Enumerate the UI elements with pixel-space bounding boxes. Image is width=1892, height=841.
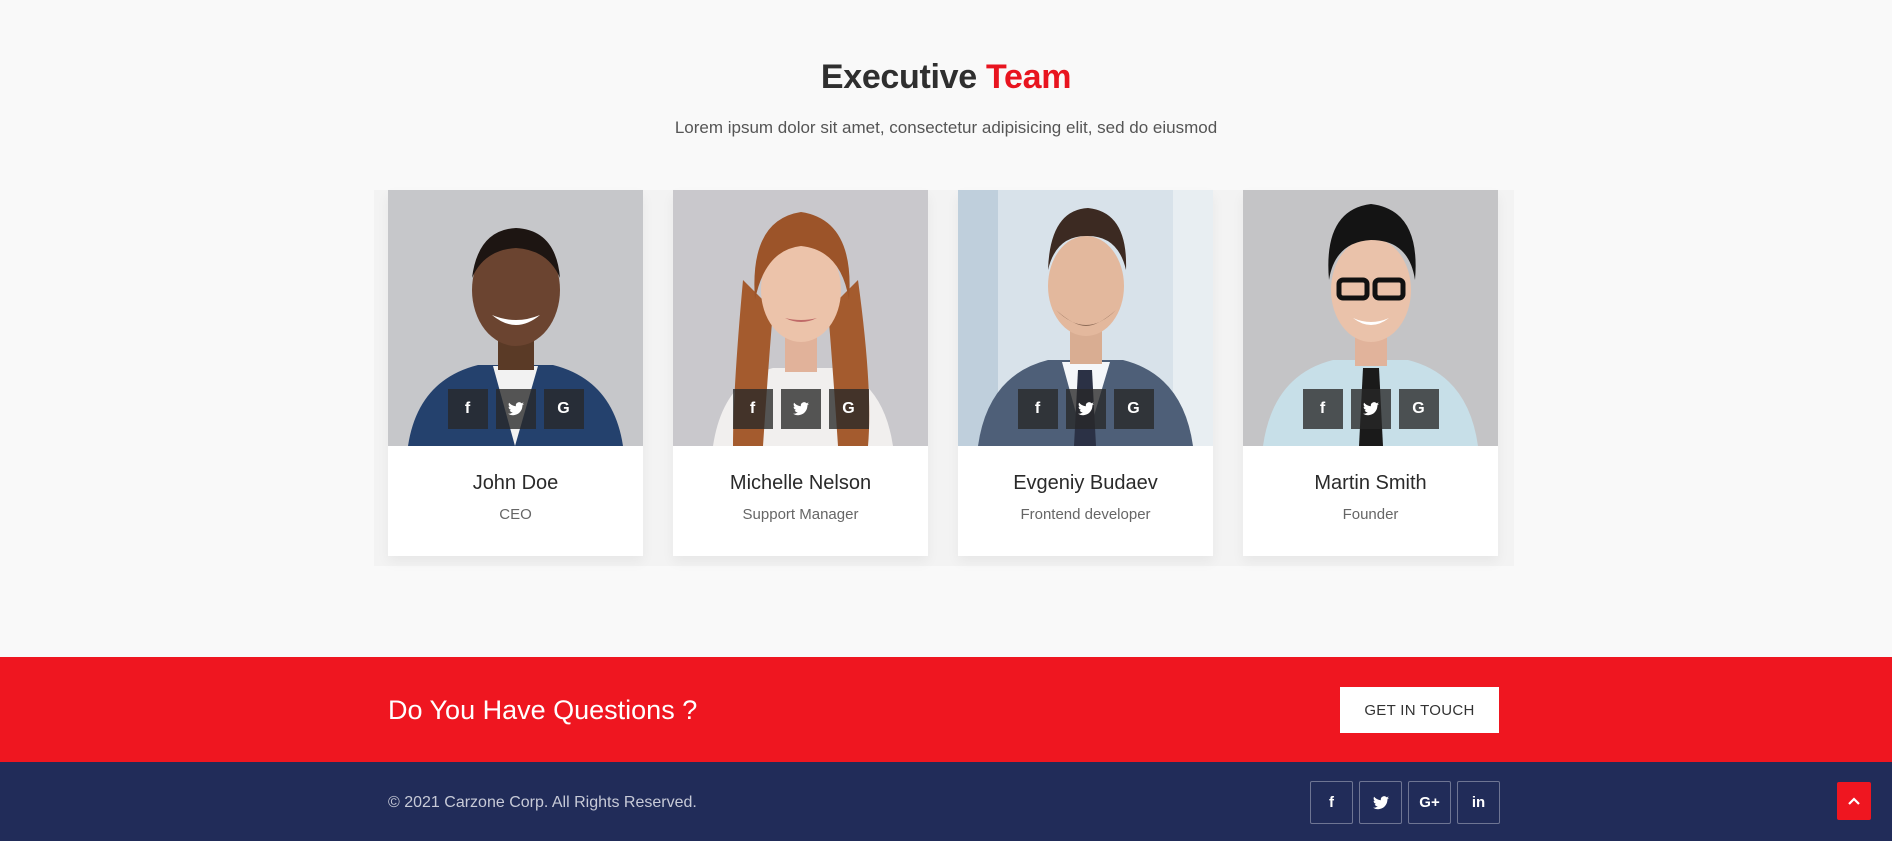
team-card: f G Evgeniy Budaev Frontend developer (958, 190, 1213, 556)
facebook-icon[interactable]: f (447, 389, 488, 429)
member-name: Martin Smith (1314, 472, 1427, 494)
member-role: Support Manager (742, 506, 859, 523)
team-grid: f G John Doe CEO f G Michelle Nelson Sup… (374, 190, 1514, 566)
cta-title: Do You Have Questions ? (388, 695, 698, 725)
google-icon[interactable]: G (543, 389, 584, 429)
google-icon[interactable]: G (1113, 389, 1154, 429)
google-icon[interactable]: G (1398, 389, 1439, 429)
twitter-icon[interactable] (1065, 389, 1106, 429)
team-section: Executive Team Lorem ipsum dolor sit ame… (0, 0, 1892, 657)
twitter-icon[interactable] (780, 389, 821, 429)
section-title: Executive Team (0, 58, 1892, 97)
member-name: Evgeniy Budaev (1013, 472, 1158, 494)
footer-social-row: f G+ in (1310, 781, 1500, 824)
facebook-icon[interactable]: f (1017, 389, 1058, 429)
twitter-icon[interactable] (1359, 781, 1402, 824)
facebook-icon[interactable]: f (732, 389, 773, 429)
section-subtitle: Lorem ipsum dolor sit amet, consectetur … (674, 118, 1218, 137)
member-social-row: f G (958, 389, 1213, 429)
member-name: Michelle Nelson (729, 472, 872, 494)
facebook-icon[interactable]: f (1302, 389, 1343, 429)
title-prefix: Executive (820, 58, 977, 96)
footer: © 2021 Carzone Corp. All Rights Reserved… (0, 762, 1892, 841)
facebook-icon[interactable]: f (1310, 781, 1353, 824)
title-accent: Team (986, 58, 1072, 96)
cta-band: Do You Have Questions ? GET IN TOUCH (0, 657, 1892, 762)
member-name: John Doe (472, 472, 559, 494)
member-social-row: f G (1243, 389, 1498, 429)
member-social-row: f G (673, 389, 928, 429)
copyright-text: © 2021 Carzone Corp. All Rights Reserved… (388, 794, 697, 811)
team-card: f G John Doe CEO (388, 190, 643, 556)
member-role: Founder (1342, 506, 1399, 523)
twitter-icon[interactable] (1350, 389, 1391, 429)
member-social-row: f G (388, 389, 643, 429)
back-to-top-button[interactable] (1837, 782, 1871, 820)
google-plus-icon[interactable]: G+ (1408, 781, 1451, 824)
team-card: f G Michelle Nelson Support Manager (673, 190, 928, 556)
team-card: f G Martin Smith Founder (1243, 190, 1498, 556)
get-in-touch-button[interactable]: GET IN TOUCH (1340, 687, 1499, 733)
member-role: Frontend developer (1020, 506, 1151, 523)
member-role: CEO (499, 506, 532, 523)
google-icon[interactable]: G (828, 389, 869, 429)
twitter-icon[interactable] (495, 389, 536, 429)
chevron-up-icon (1848, 797, 1860, 805)
linkedin-icon[interactable]: in (1457, 781, 1500, 824)
